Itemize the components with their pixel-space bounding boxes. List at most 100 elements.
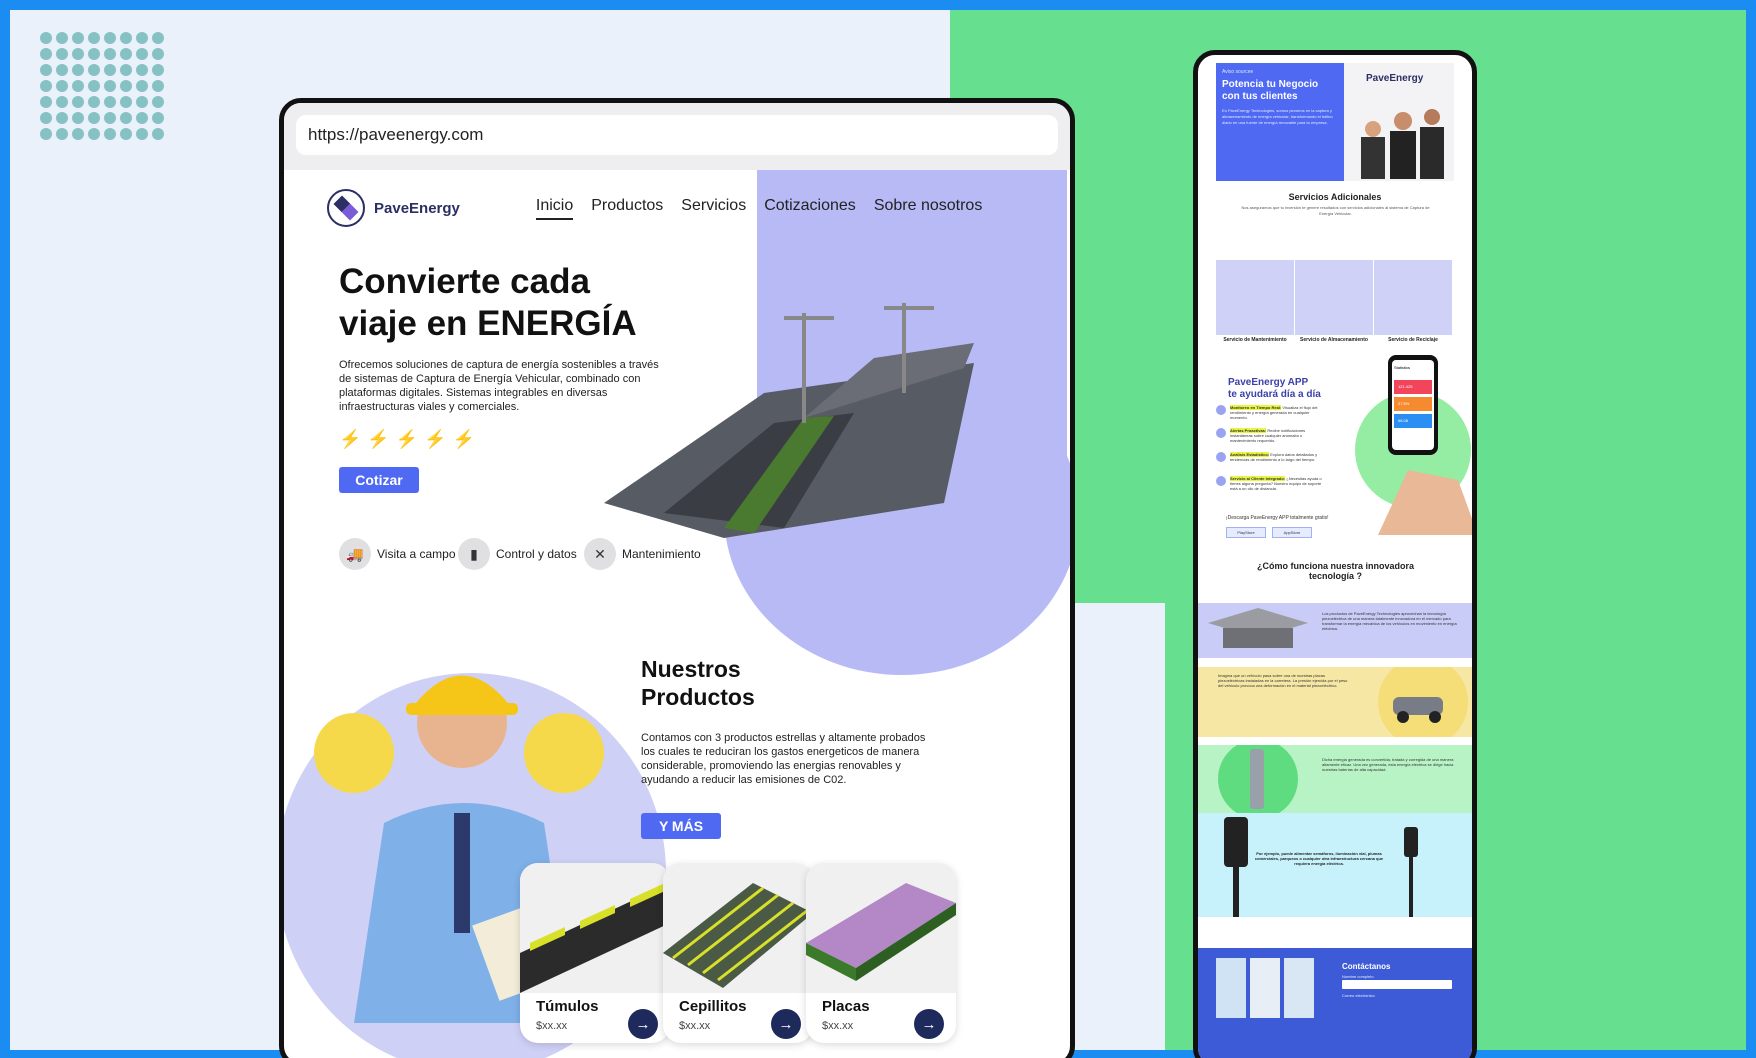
dot [88,64,100,76]
dot [152,48,164,60]
app-feature: Alertas Proactivas: Recibe notificacione… [1216,428,1326,443]
dot [136,96,148,108]
dot [40,64,52,76]
dot [56,80,68,92]
dot [72,32,84,44]
site-header: PaveEnergy Inicio Productos Servicios Co… [326,188,1046,228]
product-name: Cepillitos [679,998,747,1015]
address-bar[interactable]: https://paveenergy.com [296,115,1058,155]
dot [104,128,116,140]
dot [120,96,132,108]
feature-label: Visita a campo [377,547,456,561]
appstore-button[interactable]: AppStore [1272,527,1312,538]
cotizar-button[interactable]: Cotizar [339,467,419,493]
contact-images [1216,958,1314,1018]
nav-sobre-nosotros[interactable]: Sobre nosotros [874,197,983,220]
dot [120,112,132,124]
logo-icon [327,189,365,227]
how-title: ¿Cómo funciona nuestra innovadora tecnol… [1256,561,1414,581]
nav-servicios[interactable]: Servicios [681,197,746,220]
dot [88,128,100,140]
app-feature: Monitoreo en Tiempo Real: Visualiza el f… [1216,405,1326,420]
arrow-right-icon[interactable]: → [628,1009,658,1039]
mobile-hero-textbox: Aviso sourcee Potencia tu Negocio con tu… [1216,63,1344,181]
dot [40,96,52,108]
name-field[interactable] [1342,980,1452,989]
service-label: Servicio de Reciclaje [1374,335,1452,345]
alert-icon [1216,428,1226,438]
dot [152,32,164,44]
nav-inicio[interactable]: Inicio [535,197,574,220]
dot [88,96,100,108]
arrow-right-icon[interactable]: → [914,1009,944,1039]
service-label: Servicio de Mantenimiento [1216,335,1294,345]
app-title-line1: PaveEnergy APP [1228,377,1309,388]
dot [136,64,148,76]
dot [120,32,132,44]
dot [72,96,84,108]
battery-image [1218,745,1298,813]
service-reciclaje[interactable]: Servicio de Reciclaje [1374,260,1452,345]
mobile-hero: Aviso sourcee Potencia tu Negocio con tu… [1216,63,1454,181]
app-title: PaveEnergy APP te ayudará día a día [1228,377,1321,401]
url-text: https://paveenergy.com [308,125,484,144]
services-subtitle: Nos aseguramos que tu inversión te gener… [1241,205,1430,216]
dot [88,80,100,92]
nav-cotizaciones[interactable]: Cotizaciones [764,197,856,220]
dot [56,32,68,44]
dot [56,112,68,124]
decorative-dots [40,32,168,150]
app-screen-value: 121.425 [1398,384,1413,389]
dot [72,128,84,140]
dot [104,48,116,60]
product-name: Túmulos [536,998,599,1015]
dot [72,64,84,76]
mobile-hero-tag: Aviso sourcee [1222,69,1254,75]
brand-name: PaveEnergy [374,199,460,217]
traffic-light-left-image [1224,817,1248,917]
dot [120,48,132,60]
product-name: Placas [822,998,870,1015]
app-title-line2: te ayudará día a día [1228,389,1321,400]
dot [104,32,116,44]
tumulos-image [520,863,670,993]
dot [104,80,116,92]
how-step-4: Por ejemplo, puede alimentar semáforos, … [1198,813,1472,917]
app-screen-value: 27.5% [1398,401,1410,406]
dot [104,112,116,124]
nav-productos[interactable]: Productos [591,197,663,220]
contact-label: Correo electrónico [1342,993,1375,998]
product-price: $xx.xx [679,1020,711,1032]
brand-logo[interactable]: PaveEnergy [326,188,460,228]
dot [88,32,100,44]
playstore-button[interactable]: PlayStore [1226,527,1266,538]
feature-control: ▮ Control y datos [458,538,577,570]
dot [40,80,52,92]
feature-label: Control y datos [496,547,577,561]
app-phone-image: Statistics 121.425 27.5% 68.08 [1355,355,1472,535]
how-step-3: Dicha energía generada es convertida, tr… [1198,745,1472,813]
service-almacenamiento[interactable]: Servicio de Almacenamiento [1295,260,1373,345]
product-price: $xx.xx [822,1020,854,1032]
dot [40,128,52,140]
browser-toolbar: https://paveenergy.com [284,103,1070,170]
product-card-cepillitos[interactable]: Cepillitos $xx.xx → [663,863,813,1043]
piezo-device-image [1208,608,1308,648]
app-screen-label: Statistics [1394,365,1410,370]
y-mas-button[interactable]: Y MÁS [641,813,721,839]
dot [40,48,52,60]
arrow-right-icon[interactable]: → [771,1009,801,1039]
dot [72,80,84,92]
mobile-brand: PaveEnergy [1366,73,1424,84]
road-crossing-illustration [604,303,974,538]
bar-chart-icon: ▮ [458,538,490,570]
monitor-icon [1216,405,1226,415]
product-card-placas[interactable]: Placas $xx.xx → [806,863,956,1043]
service-mantenimiento[interactable]: Servicio de Mantenimiento [1216,260,1294,345]
dot [120,64,132,76]
dot [88,112,100,124]
main-nav: Inicio Productos Servicios Cotizaciones … [535,197,983,220]
product-card-tumulos[interactable]: Túmulos $xx.xx → [520,863,670,1043]
service-label: Servicio de Almacenamiento [1295,335,1373,345]
app-download-text: ¡Descarga PaveEnergy APP totalmente grat… [1226,515,1329,521]
